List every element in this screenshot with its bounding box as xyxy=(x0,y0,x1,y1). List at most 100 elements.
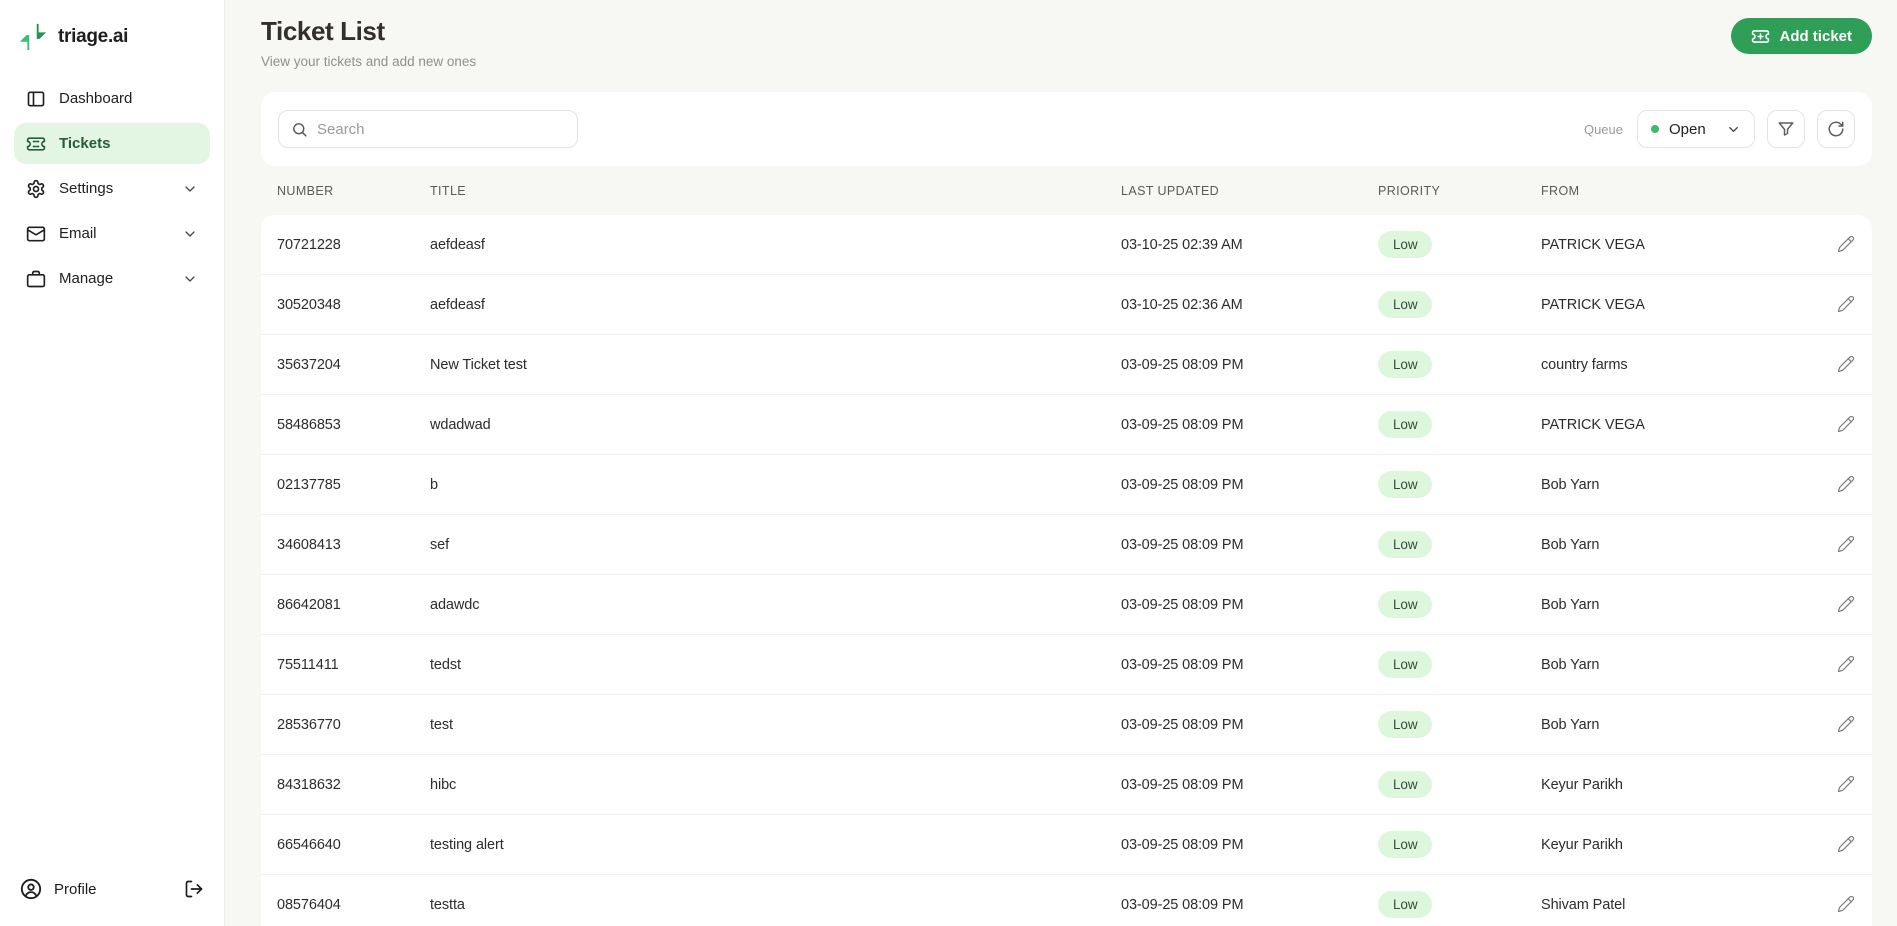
filter-button[interactable] xyxy=(1767,110,1805,149)
table-row[interactable]: 58486853 wdadwad 03-09-25 08:09 PM Low P… xyxy=(261,395,1872,456)
ticket-number: 75511411 xyxy=(277,656,339,673)
ticket-title: testta xyxy=(430,896,465,913)
ticket-from: PATRICK VEGA xyxy=(1541,236,1645,253)
priority-badge: Low xyxy=(1378,531,1433,559)
table-row[interactable]: 28536770 test 03-09-25 08:09 PM Low Bob … xyxy=(261,695,1872,756)
column-header-number: NUMBER xyxy=(277,183,334,198)
chevron-down-icon xyxy=(1729,126,1738,132)
column-header-title: TITLE xyxy=(430,183,467,198)
sidebar: triage.ai Dashboard Tickets Settings Ema… xyxy=(0,0,225,926)
table-row[interactable]: 34608413 sef 03-09-25 08:09 PM Low Bob Y… xyxy=(261,515,1872,576)
table-row[interactable]: 70721228 aefdeasf 03-10-25 02:39 AM Low … xyxy=(261,215,1872,276)
ticket-last-updated: 03-09-25 08:09 PM xyxy=(1121,476,1244,493)
pencil-icon xyxy=(1837,355,1855,372)
table-row[interactable]: 02137785 b 03-09-25 08:09 PM Low Bob Yar… xyxy=(261,455,1872,516)
ticket-title: adawdc xyxy=(430,596,480,613)
ticket-from: Shivam Patel xyxy=(1541,896,1626,913)
sidebar-item-manage[interactable]: Manage xyxy=(14,258,210,299)
refresh-button[interactable] xyxy=(1817,110,1855,149)
edit-ticket-button[interactable] xyxy=(1836,835,1856,855)
ticket-from: Bob Yarn xyxy=(1541,656,1600,673)
priority-badge: Low xyxy=(1378,351,1433,379)
ticket-title: hibc xyxy=(430,776,457,793)
priority-badge: Low xyxy=(1378,831,1433,859)
pencil-icon xyxy=(1837,475,1855,492)
page-subtitle: View your tickets and add new ones xyxy=(261,54,477,69)
table-row[interactable]: 66546640 testing alert 03-09-25 08:09 PM… xyxy=(261,815,1872,876)
priority-badge: Low xyxy=(1378,471,1433,499)
sidebar-nav: Dashboard Tickets Settings Email Manage xyxy=(0,78,224,299)
table-row[interactable]: 35637204 New Ticket test 03-09-25 08:09 … xyxy=(261,335,1872,396)
ticket-number: 34608413 xyxy=(277,536,341,553)
edit-ticket-button[interactable] xyxy=(1836,715,1856,735)
edit-ticket-button[interactable] xyxy=(1836,595,1856,615)
priority-badge: Low xyxy=(1378,891,1433,919)
ticket-from: Bob Yarn xyxy=(1541,716,1600,733)
page-header: Ticket List View your tickets and add ne… xyxy=(261,0,1872,92)
ticket-last-updated: 03-09-25 08:09 PM xyxy=(1121,776,1244,793)
ticket-number: 02137785 xyxy=(277,476,341,493)
priority-badge: Low xyxy=(1378,291,1433,319)
sidebar-item-dashboard[interactable]: Dashboard xyxy=(14,78,210,119)
pencil-icon xyxy=(1837,535,1855,552)
brand: triage.ai xyxy=(0,0,224,78)
ticket-last-updated: 03-09-25 08:09 PM xyxy=(1121,896,1244,913)
ticket-number: 35637204 xyxy=(277,356,341,373)
table-row[interactable]: 30520348 aefdeasf 03-10-25 02:36 AM Low … xyxy=(261,275,1872,336)
ticket-last-updated: 03-09-25 08:09 PM xyxy=(1121,536,1244,553)
page-title: Ticket List xyxy=(261,16,385,46)
sidebar-item-email[interactable]: Email xyxy=(14,213,210,254)
ticket-title: wdadwad xyxy=(430,416,491,433)
table-row[interactable]: 86642081 adawdc 03-09-25 08:09 PM Low Bo… xyxy=(261,575,1872,636)
ticket-number: 70721228 xyxy=(277,236,341,253)
sidebar-item-tickets[interactable]: Tickets xyxy=(14,123,210,164)
table-row[interactable]: 08576404 testta 03-09-25 08:09 PM Low Sh… xyxy=(261,875,1872,926)
queue-select[interactable]: Open xyxy=(1637,110,1755,149)
ticket-title: sef xyxy=(430,536,450,553)
sidebar-footer: Profile xyxy=(0,860,224,926)
pencil-icon xyxy=(1837,235,1855,252)
priority-badge: Low xyxy=(1378,651,1433,679)
ticket-title: aefdeasf xyxy=(430,296,485,313)
toolbar-right: Queue Open xyxy=(1584,110,1855,149)
profile-label[interactable]: Profile xyxy=(54,881,97,898)
ticket-from: Bob Yarn xyxy=(1541,536,1600,553)
ticket-last-updated: 03-09-25 08:09 PM xyxy=(1121,716,1244,733)
ticket-from: country farms xyxy=(1541,356,1628,373)
ticket-number: 86642081 xyxy=(277,596,341,613)
edit-ticket-button[interactable] xyxy=(1836,415,1856,435)
search-box xyxy=(278,110,578,149)
main-content: Ticket List View your tickets and add ne… xyxy=(225,0,1897,926)
edit-ticket-button[interactable] xyxy=(1836,355,1856,375)
table-row[interactable]: 75511411 tedst 03-09-25 08:09 PM Low Bob… xyxy=(261,635,1872,696)
pencil-icon xyxy=(1837,715,1855,732)
sidebar-item-settings[interactable]: Settings xyxy=(14,168,210,209)
ticket-table: 70721228 aefdeasf 03-10-25 02:39 AM Low … xyxy=(261,215,1872,926)
priority-badge: Low xyxy=(1378,231,1433,259)
filter-icon xyxy=(1778,122,1794,136)
ticket-number: 58486853 xyxy=(277,416,341,433)
logout-button[interactable] xyxy=(184,879,204,899)
edit-ticket-button[interactable] xyxy=(1836,775,1856,795)
edit-ticket-button[interactable] xyxy=(1836,895,1856,915)
sidebar-item-label: Manage xyxy=(59,270,114,287)
add-ticket-label: Add ticket xyxy=(1779,27,1852,45)
priority-badge: Low xyxy=(1378,591,1433,619)
ticket-last-updated: 03-10-25 02:36 AM xyxy=(1121,296,1243,313)
sidebar-item-label: Settings xyxy=(59,180,114,197)
ticket-title: aefdeasf xyxy=(430,236,485,253)
ticket-from: PATRICK VEGA xyxy=(1541,416,1645,433)
edit-ticket-button[interactable] xyxy=(1836,655,1856,675)
column-header-from: FROM xyxy=(1541,183,1580,198)
refresh-icon xyxy=(1828,121,1844,137)
ticket-last-updated: 03-09-25 08:09 PM xyxy=(1121,836,1244,853)
edit-ticket-button[interactable] xyxy=(1836,295,1856,315)
edit-ticket-button[interactable] xyxy=(1836,235,1856,255)
table-row[interactable]: 84318632 hibc 03-09-25 08:09 PM Low Keyu… xyxy=(261,755,1872,816)
pencil-icon xyxy=(1837,595,1855,612)
edit-ticket-button[interactable] xyxy=(1836,475,1856,495)
ticket-from: Bob Yarn xyxy=(1541,596,1600,613)
edit-ticket-button[interactable] xyxy=(1836,535,1856,555)
search-input[interactable] xyxy=(317,120,565,138)
add-ticket-button[interactable]: Add ticket xyxy=(1731,18,1872,54)
